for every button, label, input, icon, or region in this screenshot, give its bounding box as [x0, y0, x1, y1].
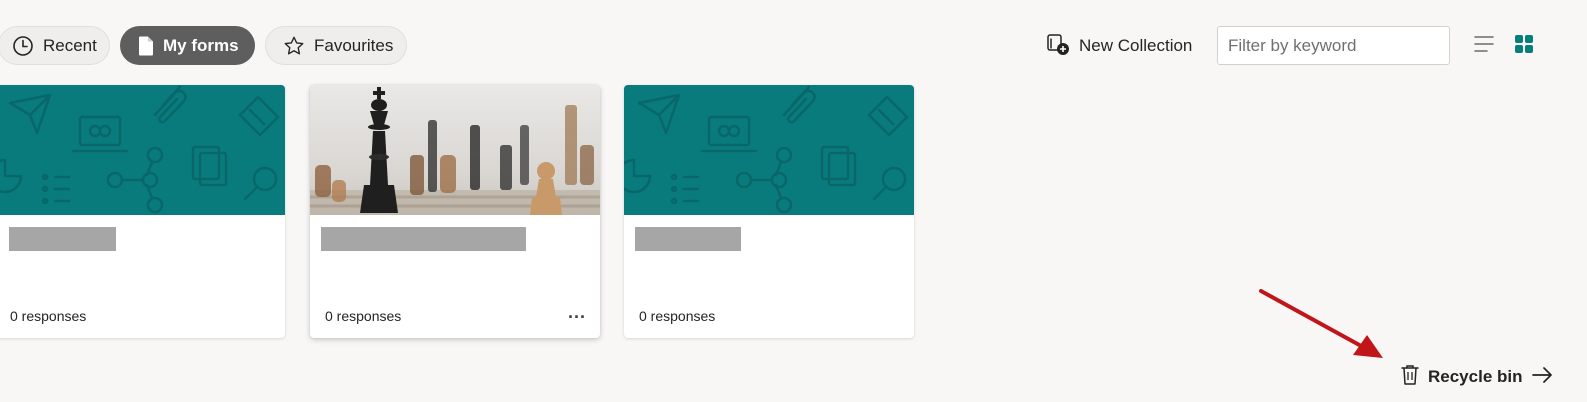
response-count: 0 responses	[639, 308, 716, 324]
form-banner-pattern	[624, 85, 914, 215]
recycle-bin-label: Recycle bin	[1428, 367, 1523, 386]
more-options-button[interactable]: ...	[568, 303, 586, 321]
trash-icon	[1400, 364, 1420, 391]
form-card[interactable]: 0 responses	[0, 85, 285, 338]
tab-recent-label: Recent	[43, 35, 97, 55]
response-count: 0 responses	[10, 308, 87, 324]
arrow-right-icon	[1531, 366, 1553, 389]
grid-view-icon	[1513, 35, 1535, 59]
list-view-button[interactable]	[1473, 33, 1495, 60]
tab-my-forms[interactable]: My forms	[120, 26, 255, 65]
collection-add-icon	[1046, 32, 1070, 61]
clock-icon	[12, 35, 34, 57]
tab-favourites-label: Favourites	[314, 35, 394, 55]
list-view-icon	[1473, 36, 1495, 59]
new-collection-label: New Collection	[1079, 36, 1193, 55]
form-title-redacted	[321, 227, 526, 251]
form-card[interactable]: 0 responses ...	[310, 85, 600, 338]
response-count: 0 responses	[325, 308, 402, 324]
form-title-redacted	[635, 227, 741, 251]
tab-recent[interactable]: Recent	[0, 26, 110, 65]
annotation-arrow	[1259, 289, 1383, 358]
form-card[interactable]: 0 responses	[624, 85, 914, 338]
tab-favourites[interactable]: Favourites	[265, 26, 407, 65]
document-icon	[138, 36, 154, 56]
form-title-redacted	[9, 227, 116, 251]
filter-input[interactable]	[1217, 26, 1450, 65]
form-banner-chess-image	[310, 85, 600, 215]
recycle-bin-link[interactable]: Recycle bin	[1400, 364, 1553, 391]
new-collection-button[interactable]: New Collection	[1046, 32, 1192, 60]
grid-view-button[interactable]	[1513, 33, 1535, 60]
form-banner-pattern	[0, 85, 285, 215]
tab-my-forms-label: My forms	[163, 35, 239, 55]
star-icon	[283, 35, 305, 57]
